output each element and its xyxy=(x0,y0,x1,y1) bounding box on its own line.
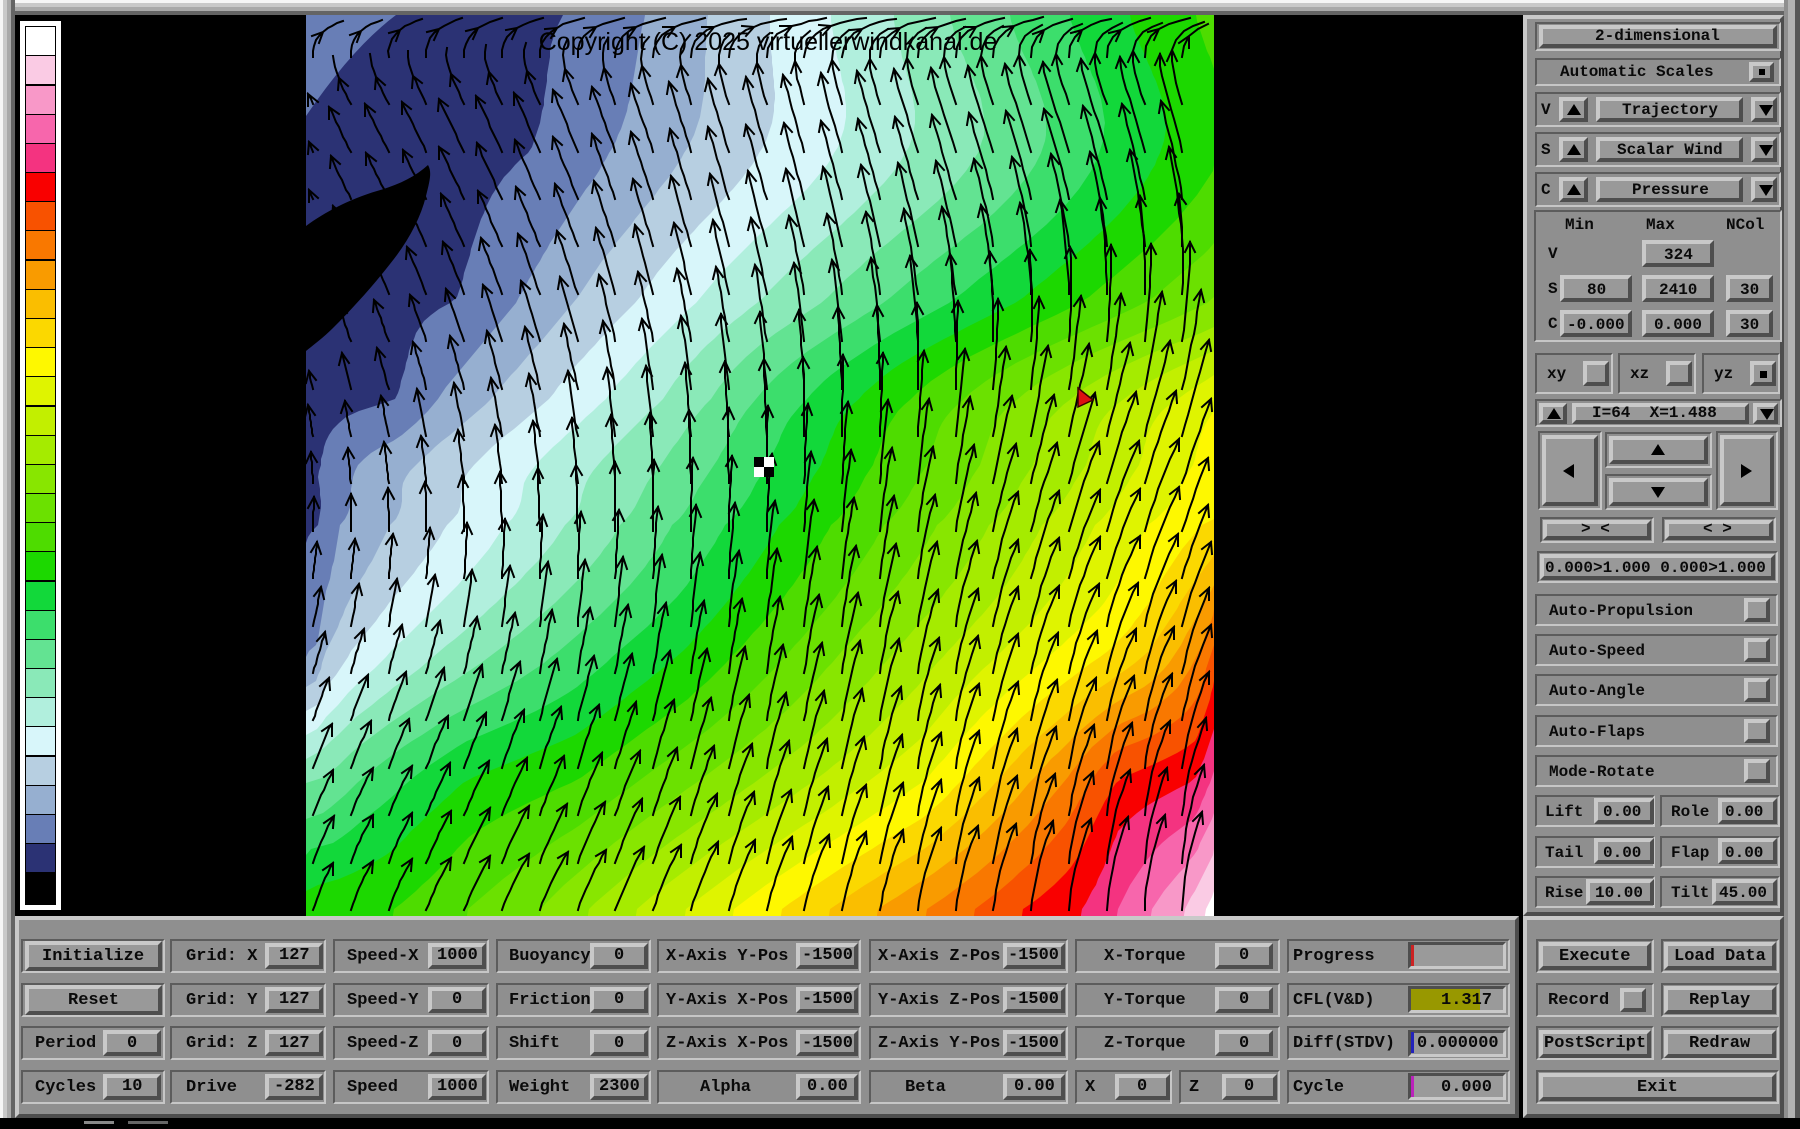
svg-text:Copyright (C) 2025 virtuellerw: Copyright (C) 2025 virtuellerwindkanal.d… xyxy=(539,28,998,56)
